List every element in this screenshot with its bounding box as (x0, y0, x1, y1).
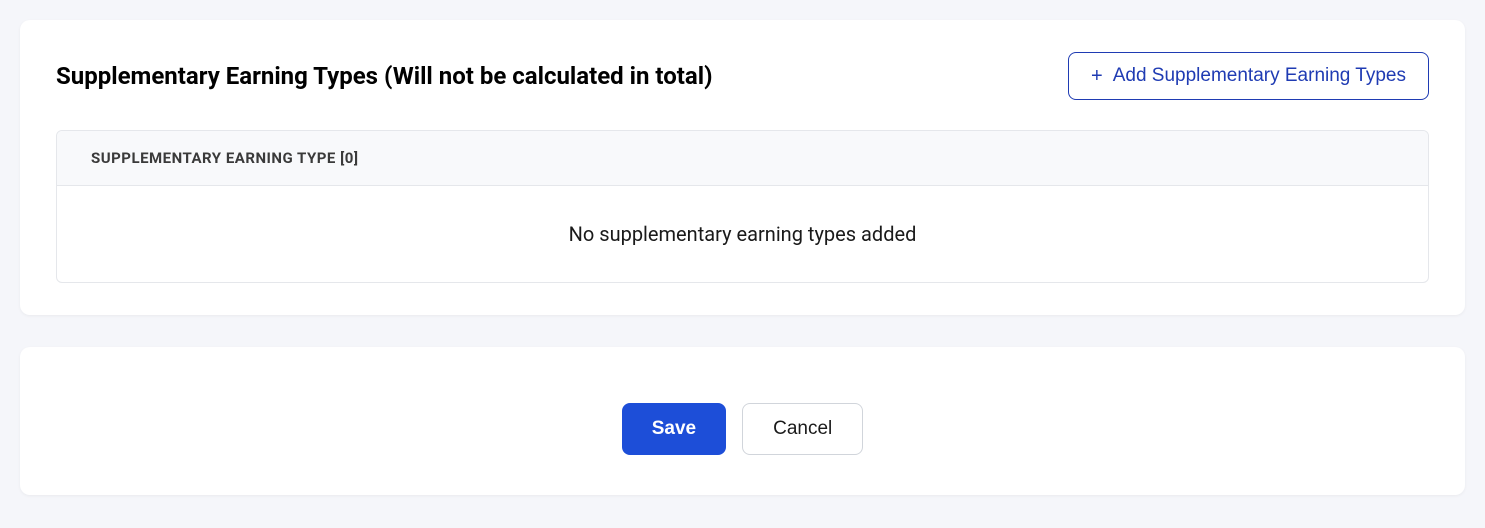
section-title: Supplementary Earning Types (Will not be… (56, 62, 713, 90)
earning-types-table: SUPPLEMENTARY EARNING TYPE [0] No supple… (56, 130, 1429, 283)
supplementary-earning-card: Supplementary Earning Types (Will not be… (20, 20, 1465, 315)
empty-state-message: No supplementary earning types added (93, 222, 1392, 246)
table-header: SUPPLEMENTARY EARNING TYPE [0] (57, 131, 1428, 186)
card-header: Supplementary Earning Types (Will not be… (56, 52, 1429, 100)
save-button[interactable]: Save (622, 403, 726, 455)
add-supplementary-earning-types-button[interactable]: + Add Supplementary Earning Types (1068, 52, 1429, 100)
action-bar: Save Cancel (20, 347, 1465, 495)
table-header-label: SUPPLEMENTARY EARNING TYPE [0] (91, 149, 1394, 167)
table-body: No supplementary earning types added (57, 186, 1428, 282)
button-row: Save Cancel (622, 403, 864, 455)
add-button-label: Add Supplementary Earning Types (1113, 65, 1406, 87)
plus-icon: + (1091, 66, 1103, 86)
cancel-button[interactable]: Cancel (742, 403, 863, 455)
